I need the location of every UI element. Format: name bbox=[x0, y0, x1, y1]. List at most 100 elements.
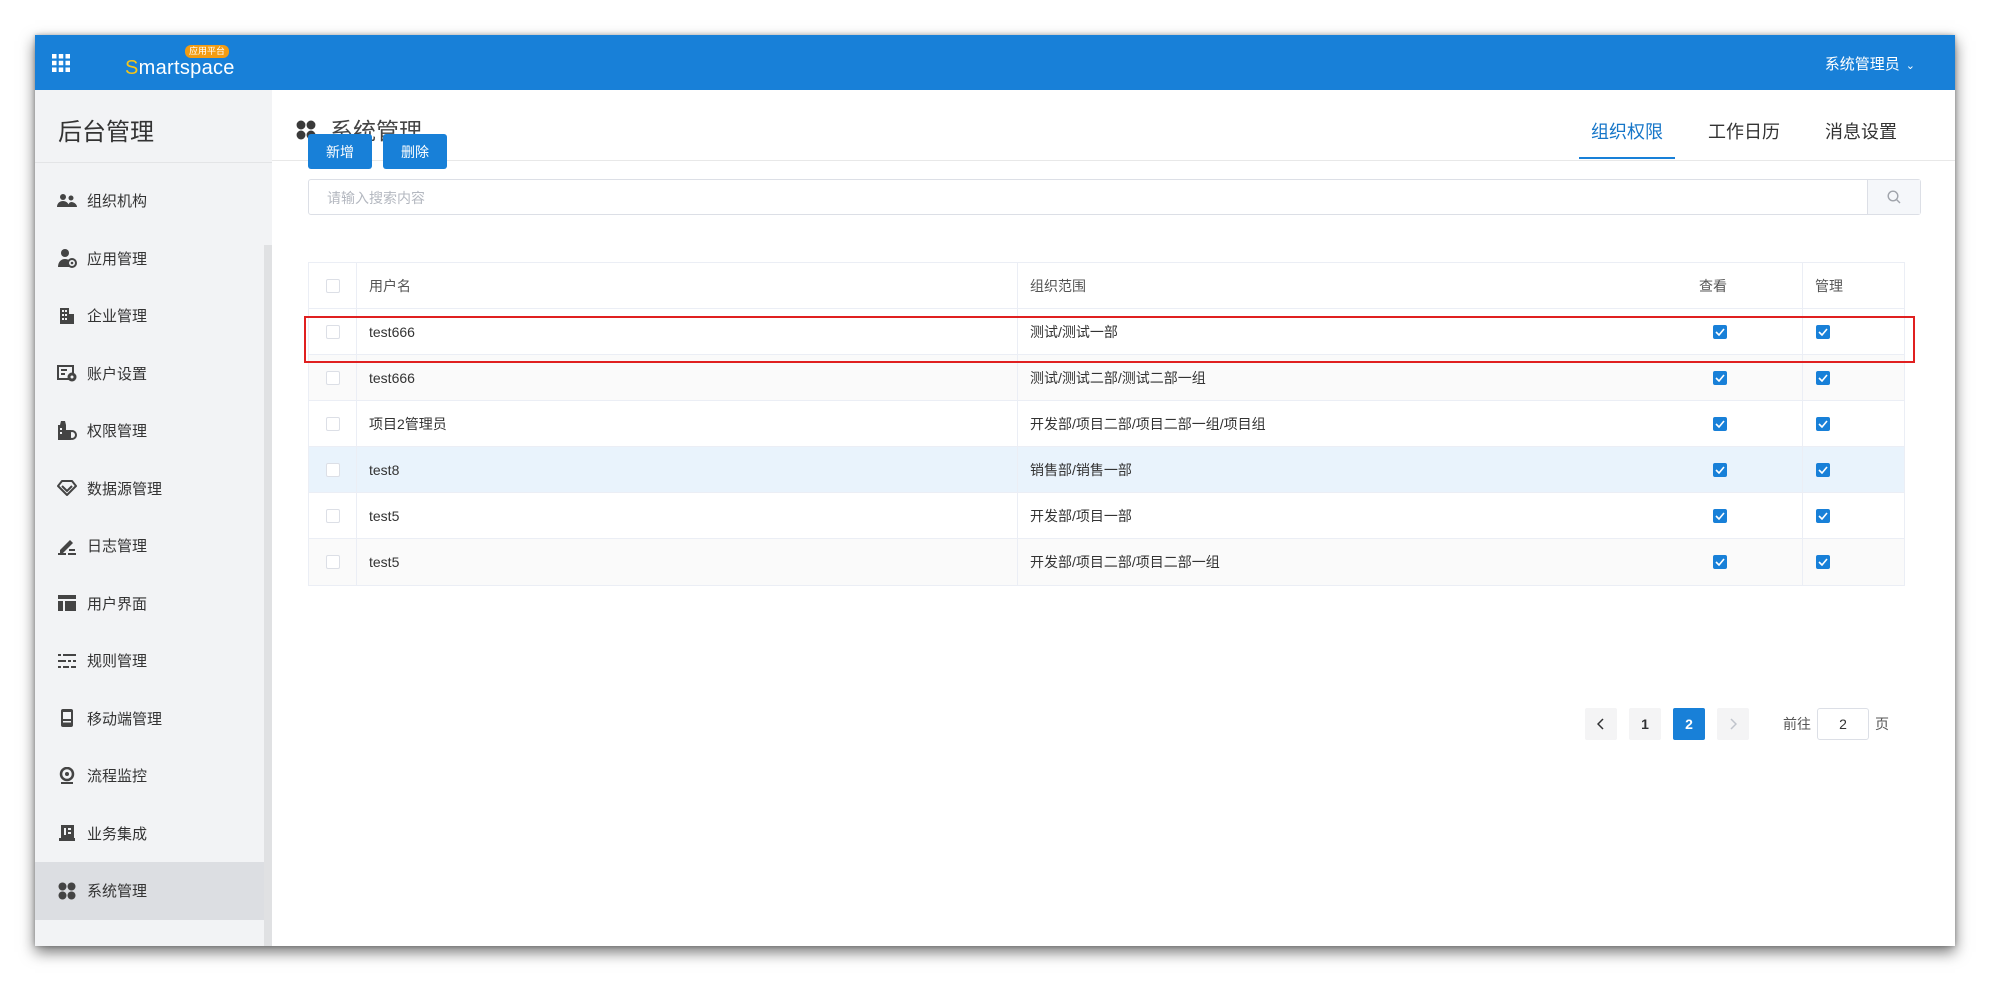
view-cell bbox=[1688, 493, 1803, 538]
row-checkbox[interactable] bbox=[325, 416, 340, 431]
page-1-button[interactable]: 1 bbox=[1629, 708, 1661, 740]
row-checkbox[interactable] bbox=[325, 555, 340, 569]
sidebar-item-label: 数据源管理 bbox=[87, 480, 163, 498]
next-page-button[interactable] bbox=[1717, 708, 1749, 740]
system-icon bbox=[57, 881, 77, 901]
manage-cell bbox=[1803, 539, 1904, 585]
sidebar-item-rules[interactable]: 规则管理 bbox=[35, 632, 264, 690]
tab-org-permission[interactable]: 组织权限 bbox=[1579, 106, 1675, 159]
search-box bbox=[308, 179, 1921, 216]
view-checkbox[interactable] bbox=[1713, 555, 1727, 569]
manage-checkbox[interactable] bbox=[1816, 508, 1830, 523]
sidebar-item-log[interactable]: 日志管理 bbox=[35, 517, 264, 575]
sidebar-item-integration[interactable]: 业务集成 bbox=[35, 805, 264, 863]
top-bar: 应用平台 Smartspace 系统管理员 ⌄ bbox=[35, 35, 1955, 90]
divider bbox=[35, 162, 272, 163]
sidebar-nav: 组织机构 应用管理 企业管理 账户设置 权限管理 数据源管理 日志管理 用户界面… bbox=[35, 172, 264, 920]
view-cell bbox=[1688, 447, 1803, 492]
row-checkbox[interactable] bbox=[325, 324, 340, 339]
sidebar-item-monitor[interactable]: 流程监控 bbox=[35, 747, 264, 805]
manage-cell bbox=[1803, 493, 1904, 538]
layout-icon bbox=[57, 593, 77, 613]
goto-label: 前往 bbox=[1783, 716, 1811, 732]
org-scope-cell: 测试/测试一部 bbox=[1030, 323, 1118, 340]
sidebar-title: 后台管理 bbox=[58, 119, 154, 146]
sidebar-scrollbar[interactable] bbox=[264, 245, 272, 946]
sidebar-item-enterprise[interactable]: 企业管理 bbox=[35, 287, 264, 345]
username-cell: test666 bbox=[357, 355, 1018, 400]
datasource-icon bbox=[57, 478, 77, 498]
row-checkbox[interactable] bbox=[325, 508, 340, 523]
manage-checkbox[interactable] bbox=[1816, 555, 1830, 569]
manage-cell bbox=[1803, 447, 1904, 492]
view-cell bbox=[1688, 355, 1803, 400]
search-icon bbox=[1887, 190, 1901, 204]
sidebar-item-ui[interactable]: 用户界面 bbox=[35, 575, 264, 633]
view-cell bbox=[1688, 309, 1803, 354]
table-row[interactable]: test666 测试/测试一部 bbox=[309, 309, 1904, 355]
org-scope-cell: 销售部/销售一部 bbox=[1030, 461, 1132, 478]
user-name: 系统管理员 bbox=[1824, 56, 1900, 73]
sidebar: 后台管理 组织机构 应用管理 企业管理 账户设置 权限管理 数据源管理 日志管理… bbox=[35, 90, 272, 946]
column-header-org-scope: 组织范围 bbox=[1030, 277, 1086, 294]
org-scope-cell: 开发部/项目二部/项目二部一组/项目组 bbox=[1030, 415, 1266, 432]
view-checkbox[interactable] bbox=[1713, 462, 1727, 477]
row-checkbox-cell bbox=[309, 401, 357, 446]
sidebar-item-system[interactable]: 系统管理 bbox=[35, 862, 264, 920]
username-cell: test5 bbox=[357, 539, 1018, 585]
manage-checkbox[interactable] bbox=[1816, 416, 1830, 431]
tab-work-calendar[interactable]: 工作日历 bbox=[1696, 106, 1792, 159]
logo-text: Smartspace bbox=[125, 57, 235, 79]
search-input[interactable] bbox=[309, 180, 1889, 216]
manage-cell bbox=[1803, 355, 1904, 400]
page-2-button[interactable]: 2 bbox=[1673, 708, 1705, 740]
org-icon bbox=[57, 191, 77, 211]
view-cell bbox=[1688, 539, 1803, 585]
search-button[interactable] bbox=[1867, 180, 1920, 214]
sidebar-item-label: 账户设置 bbox=[87, 365, 148, 383]
delete-button[interactable]: 删除 bbox=[383, 134, 447, 169]
manage-checkbox[interactable] bbox=[1816, 370, 1830, 385]
sidebar-item-org[interactable]: 组织机构 bbox=[35, 172, 264, 230]
view-checkbox[interactable] bbox=[1713, 370, 1727, 385]
row-checkbox[interactable] bbox=[325, 462, 340, 477]
monitor-icon bbox=[57, 766, 77, 786]
manage-cell bbox=[1803, 401, 1904, 446]
table-body: test666 测试/测试一部 test666 测试/测试二部/测试二部一组 项目2管理… bbox=[309, 309, 1904, 585]
select-all-checkbox[interactable] bbox=[325, 278, 340, 293]
table-row[interactable]: test666 测试/测试二部/测试二部一组 bbox=[309, 355, 1904, 401]
table-row[interactable]: test8 销售部/销售一部 bbox=[309, 447, 1904, 493]
sidebar-item-app-manage[interactable]: 应用管理 bbox=[35, 230, 264, 288]
table-row[interactable]: 项目2管理员 开发部/项目二部/项目二部一组/项目组 bbox=[309, 401, 1904, 447]
building-icon bbox=[57, 306, 77, 326]
view-checkbox[interactable] bbox=[1713, 508, 1727, 523]
view-checkbox[interactable] bbox=[1713, 416, 1727, 431]
prev-page-button[interactable] bbox=[1585, 708, 1617, 740]
user-menu[interactable]: 系统管理员 ⌄ bbox=[1825, 53, 1915, 74]
chevron-down-icon: ⌄ bbox=[1905, 60, 1915, 72]
username-cell: 项目2管理员 bbox=[357, 401, 1018, 446]
row-checkbox-cell bbox=[309, 539, 357, 585]
username-cell: test666 bbox=[357, 309, 1018, 354]
app-grid-icon[interactable] bbox=[51, 53, 71, 73]
manage-cell bbox=[1803, 309, 1904, 354]
tab-message-settings[interactable]: 消息设置 bbox=[1813, 106, 1909, 159]
sidebar-item-account-settings[interactable]: 账户设置 bbox=[35, 345, 264, 403]
add-button[interactable]: 新增 bbox=[308, 134, 372, 169]
page-header: 系统管理 组织权限 工作日历 消息设置 bbox=[272, 90, 1955, 161]
table-row[interactable]: test5 开发部/项目一部 bbox=[309, 493, 1904, 539]
goto-page-input[interactable] bbox=[1817, 708, 1869, 740]
table-row[interactable]: test5 开发部/项目二部/项目二部一组 bbox=[309, 539, 1904, 585]
manage-checkbox[interactable] bbox=[1816, 324, 1830, 339]
sidebar-item-label: 组织机构 bbox=[87, 193, 148, 211]
permission-icon bbox=[57, 420, 77, 441]
sidebar-item-datasource[interactable]: 数据源管理 bbox=[35, 460, 264, 518]
view-checkbox[interactable] bbox=[1713, 324, 1727, 339]
username-cell: test5 bbox=[357, 493, 1018, 538]
sidebar-item-label: 规则管理 bbox=[87, 653, 148, 671]
sidebar-item-mobile[interactable]: 移动端管理 bbox=[35, 690, 264, 748]
column-header-manage: 管理 bbox=[1815, 277, 1843, 294]
row-checkbox[interactable] bbox=[325, 370, 340, 385]
sidebar-item-permission[interactable]: 权限管理 bbox=[35, 402, 264, 460]
manage-checkbox[interactable] bbox=[1816, 462, 1830, 477]
